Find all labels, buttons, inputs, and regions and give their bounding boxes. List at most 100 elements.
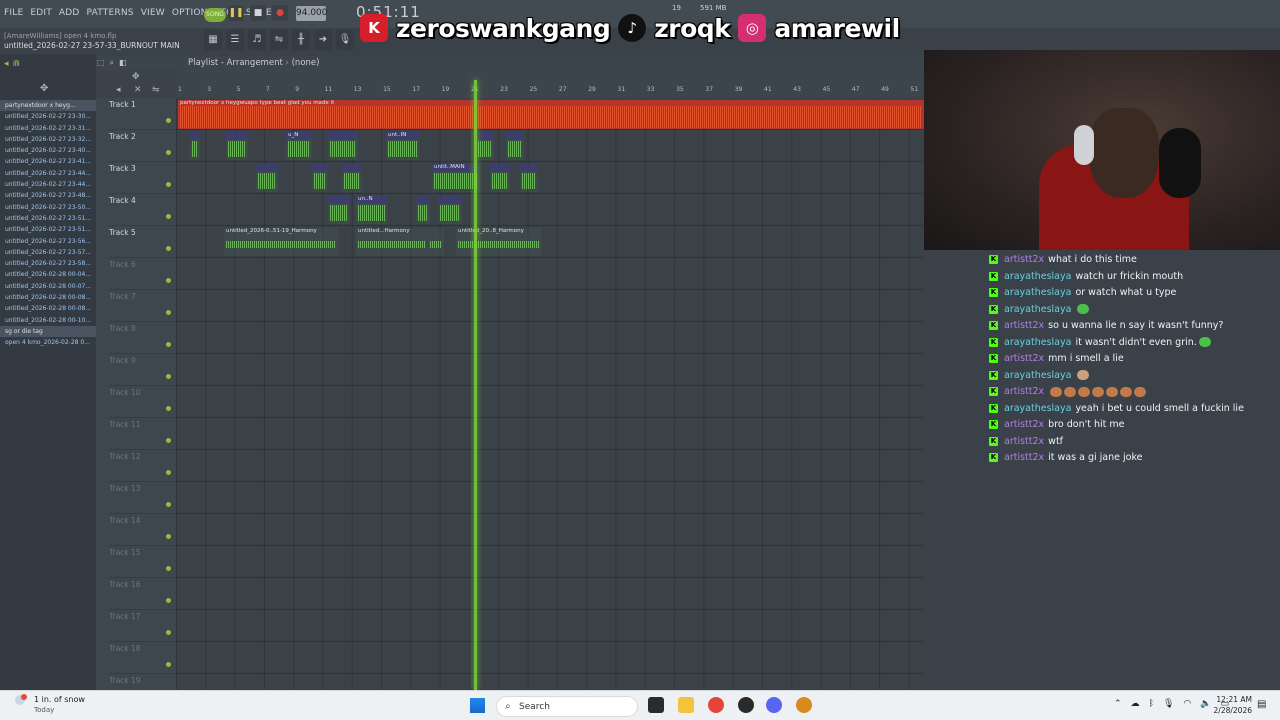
- track-header[interactable]: Track 7: [108, 290, 176, 322]
- audio-clip-track3[interactable]: [490, 164, 510, 192]
- chat-username[interactable]: arayatheslaya: [1004, 337, 1071, 348]
- track-mute-led[interactable]: [166, 214, 171, 219]
- chat-username[interactable]: artistt2x: [1004, 452, 1044, 463]
- browser-file-item[interactable]: untitled_2026-02-27 23-48...: [0, 190, 96, 201]
- playlist-view-icon[interactable]: ▦: [204, 30, 222, 50]
- flip-icon[interactable]: ⇋: [152, 85, 160, 95]
- track-header[interactable]: Track 1: [108, 98, 176, 130]
- track-header[interactable]: Track 3: [108, 162, 176, 194]
- audio-clip-track3[interactable]: [520, 164, 538, 192]
- audio-clip-track2[interactable]: unt..IN: [386, 132, 420, 160]
- browser-file-item[interactable]: untitled_2026-02-28 00-07...: [0, 281, 96, 292]
- browser-file-item[interactable]: untitled_2026-02-27 23-56...: [0, 236, 96, 247]
- audio-clip-track4[interactable]: [416, 196, 430, 224]
- browser-file-item[interactable]: untitled_2026-02-27 23-51...: [0, 224, 96, 235]
- browser-file-item[interactable]: untitled_2026-02-27 23-44...: [0, 179, 96, 190]
- zoom-icon[interactable]: ⌕: [110, 58, 114, 68]
- browser-file-item[interactable]: untitled_2026-02-27 23-31...: [0, 123, 96, 134]
- browser-expand-icon[interactable]: ✥: [40, 83, 48, 94]
- track-header[interactable]: Track 9: [108, 354, 176, 386]
- file-manager-icon[interactable]: [648, 697, 664, 713]
- track-header[interactable]: Track 12: [108, 450, 176, 482]
- browser-file-item[interactable]: untitled_2026-02-27 23-51...: [0, 213, 96, 224]
- track-header[interactable]: Track 13: [108, 482, 176, 514]
- chat-username[interactable]: arayatheslaya: [1004, 403, 1071, 414]
- scroll-left-icon[interactable]: ◂: [116, 85, 121, 95]
- browser-file-item[interactable]: untitled_2026-02-27 23-57...: [0, 247, 96, 258]
- audio-clip-track4[interactable]: [328, 196, 350, 224]
- audio-clip-track2[interactable]: [476, 132, 494, 160]
- audio-clip-track3[interactable]: untit..MAIN: [432, 164, 480, 192]
- track-header[interactable]: Track 8: [108, 322, 176, 354]
- audio-clip-track2[interactable]: [226, 132, 248, 160]
- audio-clip-track4[interactable]: [438, 196, 462, 224]
- discord-icon[interactable]: [766, 697, 782, 713]
- snow-weather-icon[interactable]: [12, 694, 28, 708]
- track-header[interactable]: Track 18: [108, 642, 176, 674]
- wifi-icon[interactable]: ◠: [1183, 699, 1191, 709]
- weather-widget[interactable]: 1 in. of snow: [34, 695, 85, 704]
- chat-username[interactable]: artistt2x: [1004, 353, 1044, 364]
- next-icon[interactable]: ➜: [314, 30, 332, 50]
- select-icon[interactable]: ⬚: [97, 58, 105, 68]
- track-header[interactable]: Track 2: [108, 130, 176, 162]
- browser-file-item[interactable]: untitled_2026-02-27 23-50...: [0, 202, 96, 213]
- browser-file-item[interactable]: sg or die tag: [0, 325, 96, 338]
- browser-file-item[interactable]: open 4 kmo_2026-02-28 0...: [0, 337, 96, 348]
- track-mute-led[interactable]: [166, 118, 171, 123]
- audio-clip-track3[interactable]: [256, 164, 278, 192]
- track-mute-led[interactable]: [166, 630, 171, 635]
- chrome-icon[interactable]: [708, 697, 724, 713]
- browser-file-item[interactable]: untitled_2026-02-27 23-32...: [0, 134, 96, 145]
- browser-file-item[interactable]: untitled_2026-02-28 00-10...: [0, 315, 96, 326]
- audio-clip-track3[interactable]: [342, 164, 362, 192]
- track-header[interactable]: Track 4: [108, 194, 176, 226]
- audio-clip-track2[interactable]: [328, 132, 358, 160]
- chat-username[interactable]: artistt2x: [1004, 320, 1044, 331]
- track-mute-led[interactable]: [166, 182, 171, 187]
- piano-roll-icon[interactable]: ♬: [248, 30, 266, 50]
- bluetooth-icon[interactable]: ᛒ: [1149, 699, 1154, 709]
- track-header[interactable]: Track 16: [108, 578, 176, 610]
- chat-username[interactable]: arayatheslaya: [1004, 304, 1071, 315]
- channel-rack-icon[interactable]: ☰: [226, 30, 244, 50]
- playlist-grid[interactable]: partynextdoor x heygwuapo type beat glad…: [176, 98, 924, 690]
- browser-file-item[interactable]: untitled_2026-02-27 23-40...: [0, 145, 96, 156]
- track-mute-led[interactable]: [166, 150, 171, 155]
- notification-icon[interactable]: ▤: [1257, 699, 1266, 710]
- chat-username[interactable]: artistt2x: [1004, 419, 1044, 430]
- browser-file-item[interactable]: partynextdoor x heyg...: [0, 100, 96, 112]
- audio-clip-track5[interactable]: untitled...Harmony: [356, 228, 428, 256]
- song-mode-toggle[interactable]: SONG: [204, 8, 226, 22]
- taskbar-clock[interactable]: 12:21 AM: [1214, 695, 1252, 704]
- track-header[interactable]: Track 14: [108, 514, 176, 546]
- track-header[interactable]: Track 11: [108, 418, 176, 450]
- track-mute-led[interactable]: [166, 470, 171, 475]
- browser-file-item[interactable]: untitled_2026-02-27 23-58...: [0, 258, 96, 269]
- menu-patterns[interactable]: PATTERNS: [87, 8, 134, 18]
- audio-clip-track4[interactable]: un..N: [356, 196, 388, 224]
- move-icon[interactable]: ✥: [132, 72, 140, 82]
- app-icon[interactable]: [796, 697, 812, 713]
- pause-button[interactable]: ❚❚: [228, 5, 244, 21]
- track-mute-led[interactable]: [166, 246, 171, 251]
- track-header[interactable]: Track 10: [108, 386, 176, 418]
- menu-edit[interactable]: EDIT: [30, 8, 52, 18]
- audio-clip-track1[interactable]: partynextdoor x heygwuapo type beat glad…: [178, 100, 924, 129]
- fl-studio-icon[interactable]: [738, 697, 754, 713]
- browser-file-item[interactable]: untitled_2026-02-27 23-30...: [0, 111, 96, 122]
- track-mute-led[interactable]: [166, 406, 171, 411]
- tempo-display[interactable]: 94.000: [296, 6, 328, 21]
- taskbar-date[interactable]: 2/28/2026: [1204, 706, 1252, 715]
- browser-back-icon[interactable]: ◂: [4, 59, 9, 69]
- audio-clip-track5[interactable]: untitled_2026-0..51-19_Harmony: [224, 228, 338, 256]
- chat-username[interactable]: artistt2x: [1004, 386, 1044, 397]
- audio-clip-track2[interactable]: u_N: [286, 132, 312, 160]
- track-mute-led[interactable]: [166, 502, 171, 507]
- stop-button[interactable]: ■: [250, 5, 266, 21]
- menu-view[interactable]: VIEW: [141, 8, 165, 18]
- track-mute-led[interactable]: [166, 566, 171, 571]
- close-icon[interactable]: ✕: [134, 85, 142, 95]
- chat-username[interactable]: arayatheslaya: [1004, 271, 1071, 282]
- browser-file-item[interactable]: untitled_2026-02-27 23-44...: [0, 168, 96, 179]
